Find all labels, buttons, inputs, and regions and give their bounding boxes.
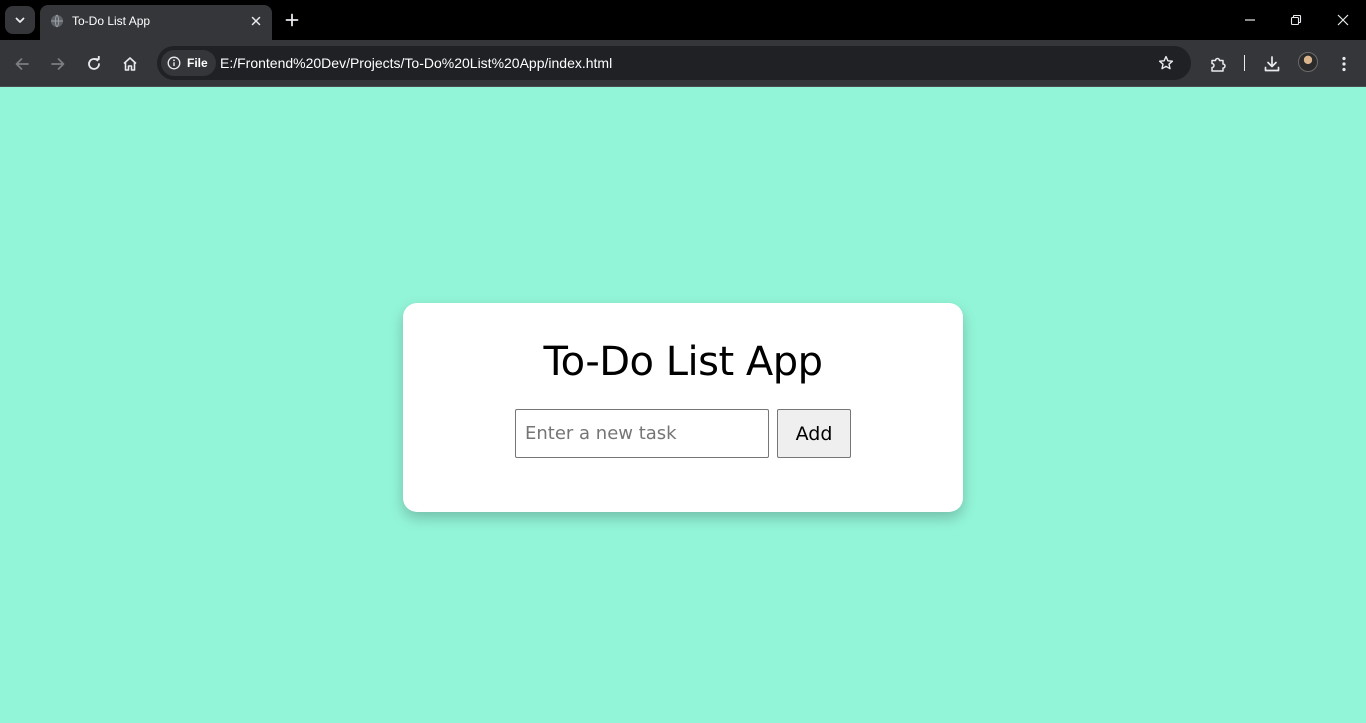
- home-icon: [122, 56, 138, 72]
- tab-title: To-Do List App: [72, 14, 151, 28]
- plus-icon: [285, 13, 299, 27]
- reload-button[interactable]: [82, 52, 106, 76]
- close-icon: [1337, 14, 1349, 26]
- new-tab-button[interactable]: [282, 10, 302, 30]
- close-window-button[interactable]: [1333, 10, 1353, 30]
- site-info-chip[interactable]: File: [161, 50, 216, 76]
- reload-icon: [86, 56, 102, 72]
- minimize-button[interactable]: [1240, 10, 1260, 30]
- browser-menu-button[interactable]: [1332, 52, 1356, 76]
- chevron-down-icon: [14, 14, 26, 26]
- download-icon: [1263, 55, 1281, 73]
- task-input[interactable]: [515, 409, 769, 458]
- address-bar[interactable]: File E:/Frontend%20Dev/Projects/To-Do%20…: [157, 46, 1191, 80]
- page-viewport: To-Do List App Add: [0, 87, 1366, 723]
- forward-button[interactable]: [46, 52, 70, 76]
- minimize-icon: [1244, 14, 1256, 26]
- extensions-button[interactable]: [1206, 52, 1230, 76]
- profile-avatar[interactable]: [1298, 52, 1318, 72]
- back-button[interactable]: [10, 52, 34, 76]
- add-task-button[interactable]: Add: [777, 409, 851, 458]
- todo-card: To-Do List App Add: [403, 303, 963, 512]
- globe-icon: [50, 14, 64, 28]
- browser-toolbar: File E:/Frontend%20Dev/Projects/To-Do%20…: [0, 40, 1366, 87]
- toolbar-divider: [1244, 55, 1245, 71]
- forward-arrow-icon: [50, 56, 66, 72]
- restore-button[interactable]: [1286, 10, 1306, 30]
- site-info-label: File: [187, 56, 208, 70]
- close-icon[interactable]: [247, 12, 265, 30]
- downloads-button[interactable]: [1260, 52, 1284, 76]
- page-title: To-Do List App: [543, 339, 823, 385]
- info-icon: [167, 56, 181, 70]
- url-text[interactable]: E:/Frontend%20Dev/Projects/To-Do%20List%…: [220, 55, 612, 71]
- restore-icon: [1290, 14, 1302, 26]
- kebab-menu-icon: [1341, 56, 1347, 72]
- home-button[interactable]: [118, 52, 142, 76]
- browser-tab[interactable]: To-Do List App: [40, 5, 272, 40]
- star-icon[interactable]: [1156, 53, 1176, 73]
- puzzle-icon: [1209, 55, 1227, 73]
- back-arrow-icon: [14, 56, 30, 72]
- tab-search-button[interactable]: [5, 6, 35, 34]
- tab-strip: To-Do List App: [0, 0, 1366, 40]
